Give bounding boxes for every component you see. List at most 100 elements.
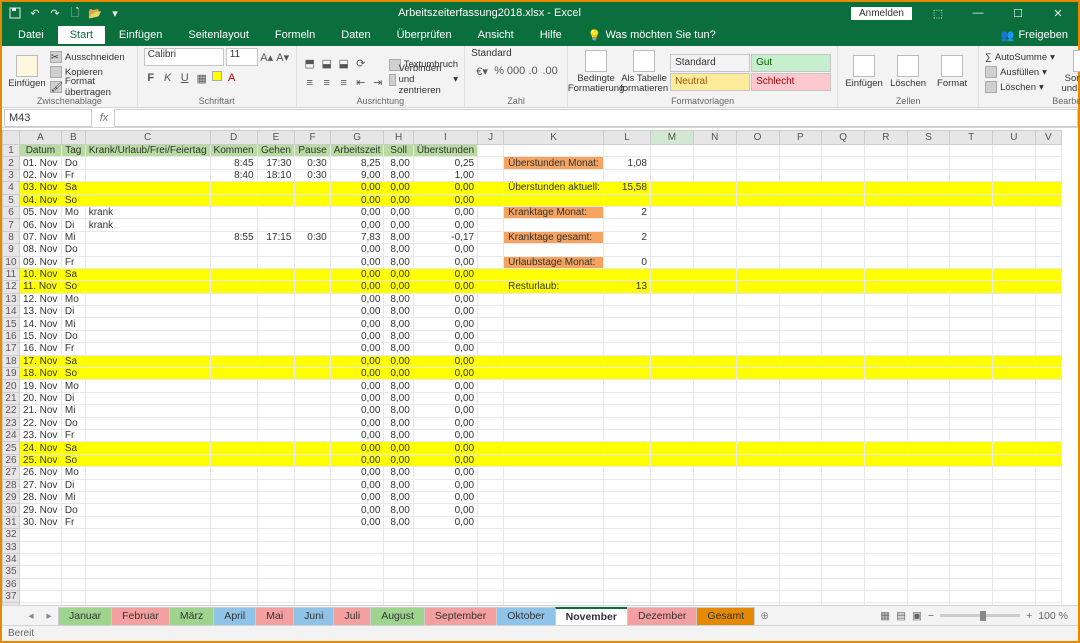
cell[interactable]: 0,00	[413, 504, 477, 516]
summary-value[interactable]	[604, 467, 651, 479]
cell[interactable]	[950, 268, 993, 280]
summary-value[interactable]	[604, 553, 651, 565]
col-header-N[interactable]: N	[693, 131, 736, 145]
cell[interactable]: Mo	[61, 380, 85, 392]
cell[interactable]	[822, 380, 865, 392]
cell[interactable]: 0,00	[330, 467, 384, 479]
cell[interactable]: 0,00	[330, 318, 384, 330]
cell[interactable]	[210, 244, 257, 256]
cell[interactable]: So	[61, 454, 85, 466]
cell[interactable]	[736, 293, 779, 305]
summary-label[interactable]	[504, 405, 604, 417]
cut-button[interactable]: ✂Ausschneiden	[50, 51, 131, 64]
cell[interactable]: 0,00	[413, 405, 477, 417]
cell[interactable]	[478, 429, 504, 441]
cell[interactable]	[210, 516, 257, 528]
cell[interactable]	[822, 330, 865, 342]
cell[interactable]	[85, 541, 210, 553]
style-neutral[interactable]: Neutral	[670, 73, 750, 91]
formula-input[interactable]	[114, 109, 1078, 127]
cell[interactable]: 0,00	[384, 454, 413, 466]
cell[interactable]	[779, 467, 822, 479]
cell[interactable]: 8:40	[210, 169, 257, 181]
cell[interactable]	[779, 330, 822, 342]
cell[interactable]	[779, 566, 822, 578]
cell[interactable]: 8,00	[384, 380, 413, 392]
cell[interactable]	[650, 157, 693, 169]
sheet-tab-januar[interactable]: Januar	[58, 607, 112, 625]
cell[interactable]: 0,00	[413, 244, 477, 256]
cell[interactable]	[19, 529, 61, 541]
cell[interactable]	[330, 578, 384, 590]
col-header-R[interactable]: R	[865, 131, 908, 145]
cell[interactable]	[993, 417, 1036, 429]
cell[interactable]	[384, 591, 413, 603]
cell[interactable]	[257, 194, 295, 206]
cell[interactable]	[1035, 256, 1061, 268]
cell[interactable]	[865, 553, 908, 565]
summary-value[interactable]	[604, 516, 651, 528]
cell[interactable]	[950, 529, 993, 541]
summary-value[interactable]	[604, 429, 651, 441]
cell[interactable]	[210, 194, 257, 206]
summary-value[interactable]: 13	[604, 281, 651, 293]
cell[interactable]	[604, 145, 651, 157]
cell[interactable]	[650, 392, 693, 404]
decrease-font-icon[interactable]: A▾	[276, 50, 290, 64]
cell[interactable]	[85, 268, 210, 280]
cell[interactable]	[257, 516, 295, 528]
cell[interactable]	[413, 591, 477, 603]
cell[interactable]	[650, 491, 693, 503]
cell[interactable]	[210, 529, 257, 541]
row-header[interactable]: 7	[3, 219, 20, 231]
cell[interactable]: 0,00	[384, 368, 413, 380]
decrease-decimal-icon[interactable]: .00	[543, 64, 557, 78]
row-header[interactable]: 35	[3, 566, 20, 578]
summary-label[interactable]	[504, 467, 604, 479]
cell[interactable]	[210, 380, 257, 392]
cell[interactable]: 22. Nov	[19, 417, 61, 429]
row-header[interactable]: 30	[3, 504, 20, 516]
cell[interactable]	[1035, 157, 1061, 169]
cell[interactable]	[650, 330, 693, 342]
cell[interactable]: 0,00	[330, 256, 384, 268]
cell[interactable]: 0,00	[330, 343, 384, 355]
col-header-B[interactable]: B	[61, 131, 85, 145]
cell[interactable]	[907, 231, 950, 243]
cell[interactable]	[478, 343, 504, 355]
cell[interactable]	[779, 380, 822, 392]
cell[interactable]: 0,00	[330, 194, 384, 206]
cell[interactable]: 21. Nov	[19, 405, 61, 417]
cell[interactable]	[865, 169, 908, 181]
cell[interactable]	[822, 318, 865, 330]
cell[interactable]	[822, 244, 865, 256]
cell[interactable]	[85, 491, 210, 503]
header-cell[interactable]: Tag	[61, 145, 85, 157]
cell[interactable]	[210, 268, 257, 280]
cell[interactable]	[993, 529, 1036, 541]
merge-button[interactable]: Verbinden und zentrieren ▾	[389, 73, 458, 86]
cell[interactable]	[950, 330, 993, 342]
row-header[interactable]: 17	[3, 343, 20, 355]
cell[interactable]	[907, 293, 950, 305]
cell[interactable]	[907, 504, 950, 516]
cell[interactable]	[478, 231, 504, 243]
cell[interactable]	[1035, 368, 1061, 380]
cell[interactable]	[295, 504, 330, 516]
cell[interactable]: 16. Nov	[19, 343, 61, 355]
row-header[interactable]: 31	[3, 516, 20, 528]
cell[interactable]	[85, 504, 210, 516]
cell[interactable]	[779, 306, 822, 318]
cell[interactable]	[779, 591, 822, 603]
cell[interactable]: 0,00	[413, 355, 477, 367]
cell[interactable]	[993, 392, 1036, 404]
tab-einfuegen[interactable]: Einfügen	[107, 26, 174, 44]
cell[interactable]: Do	[61, 417, 85, 429]
summary-label[interactable]	[504, 219, 604, 231]
summary-value[interactable]	[604, 380, 651, 392]
cell[interactable]	[993, 343, 1036, 355]
cell[interactable]	[295, 293, 330, 305]
summary-label[interactable]	[504, 194, 604, 206]
cell[interactable]	[295, 244, 330, 256]
cell[interactable]	[865, 293, 908, 305]
